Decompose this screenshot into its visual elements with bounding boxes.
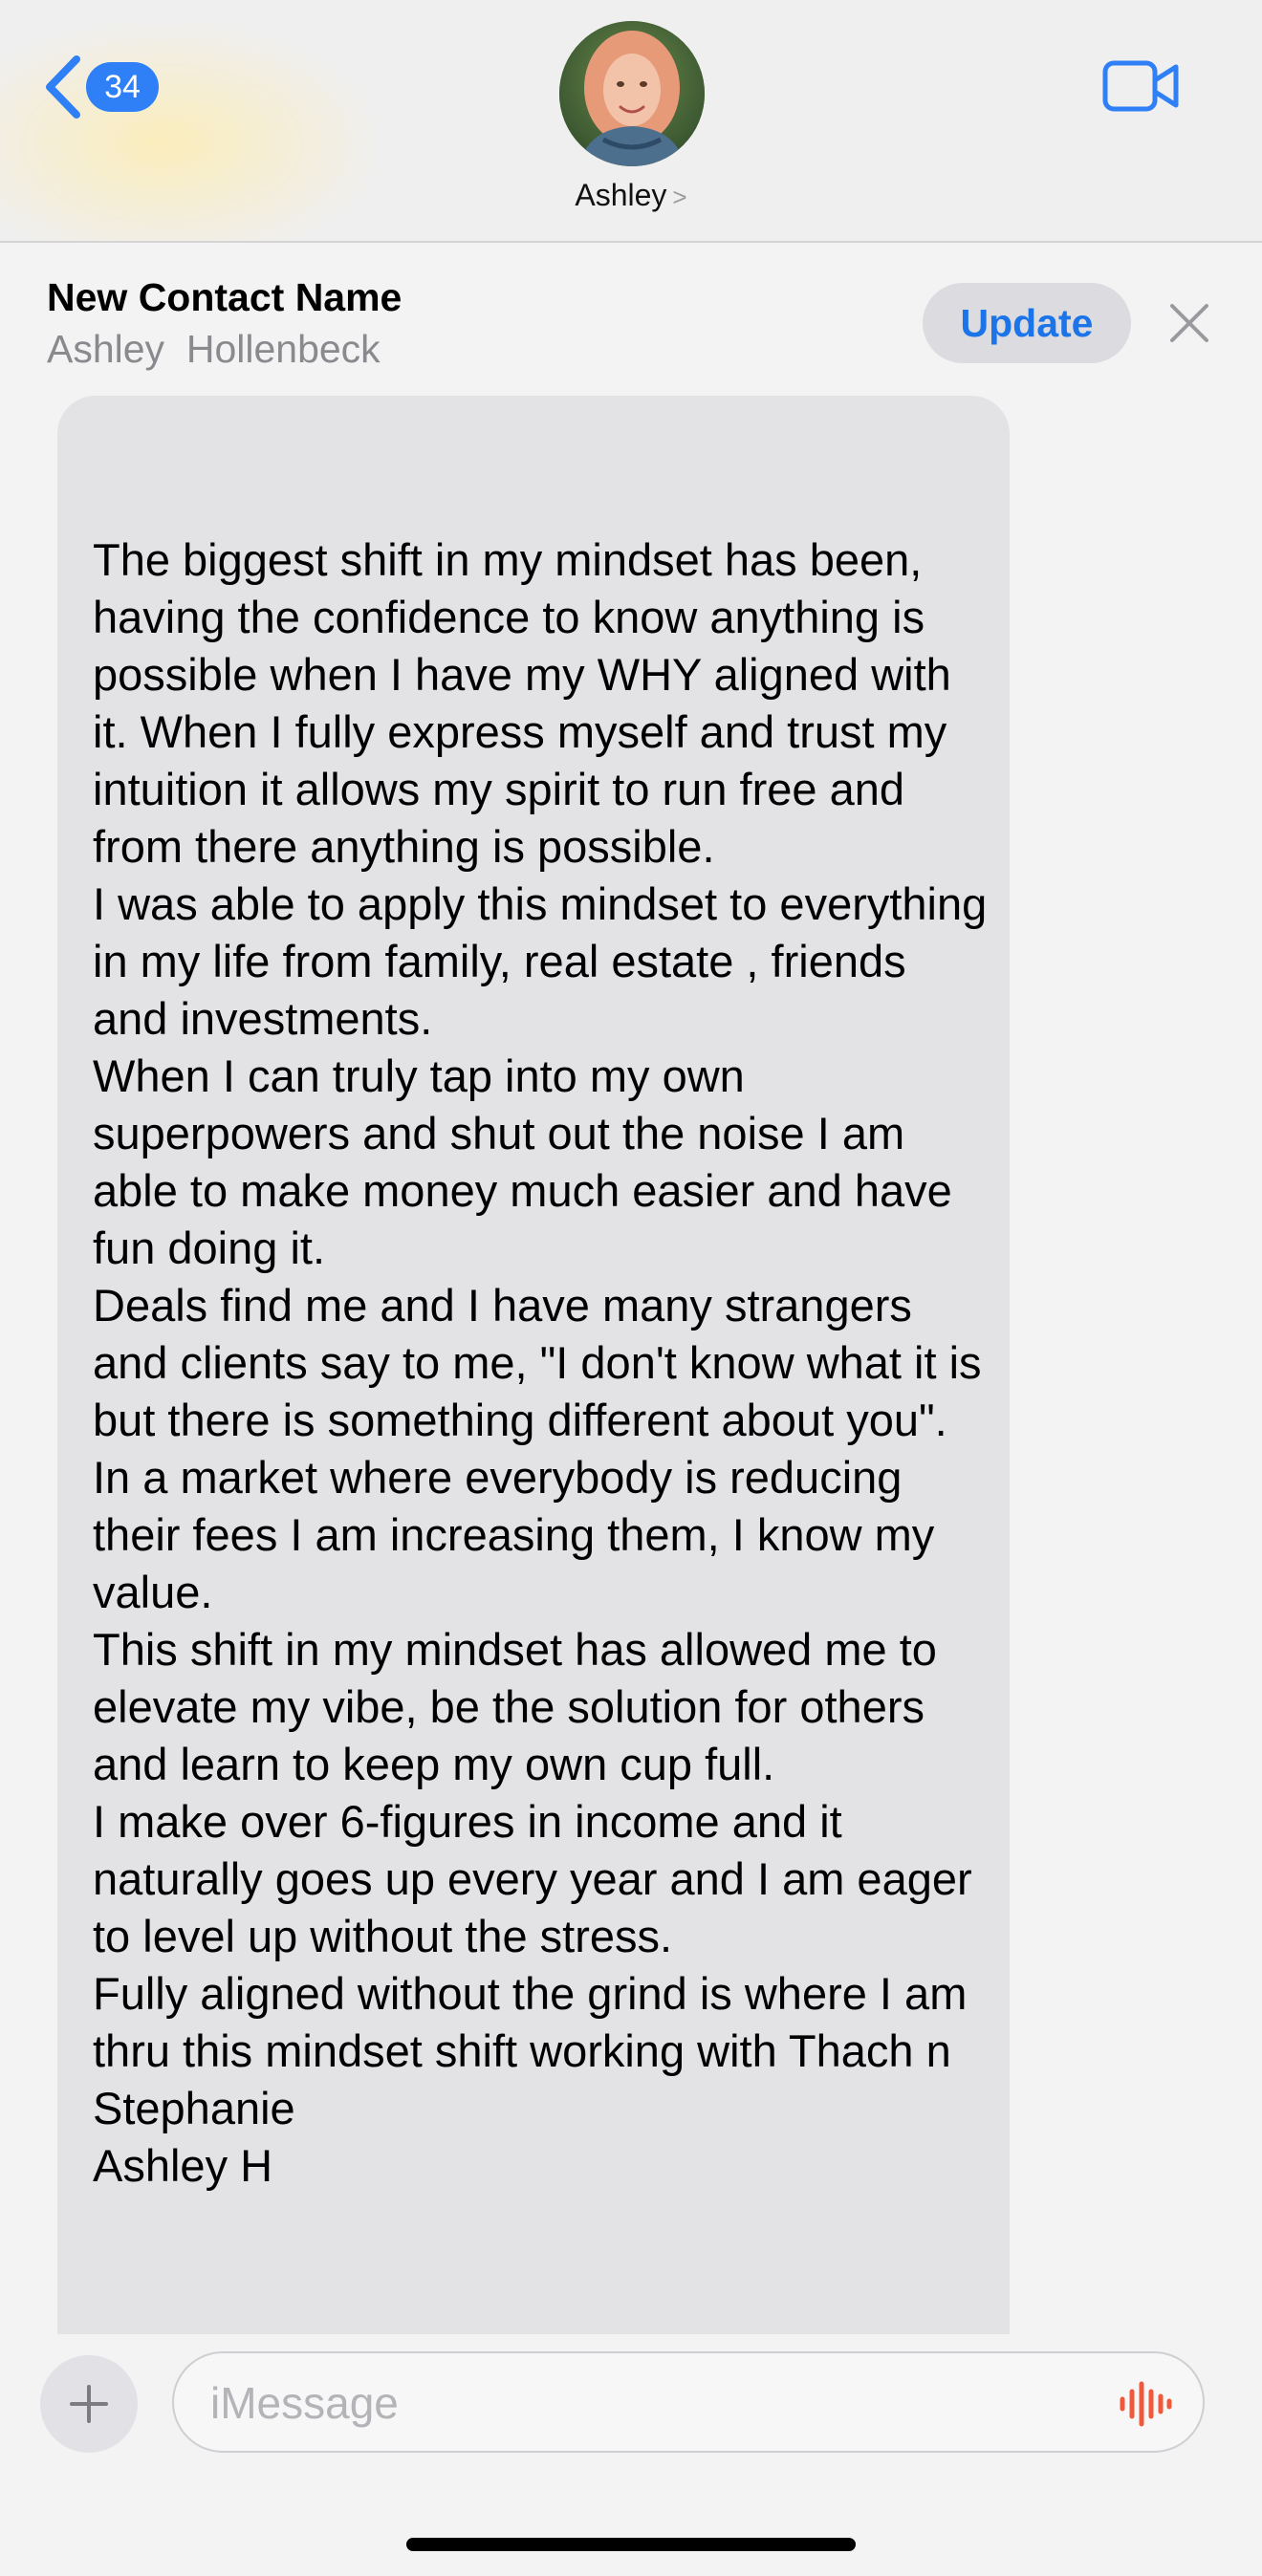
- chevron-right-icon: >: [672, 183, 687, 211]
- message-paragraph: The biggest shift in my mindset has been…: [93, 534, 951, 872]
- home-indicator: [406, 2538, 856, 2551]
- banner-title: New Contact Name: [47, 275, 403, 319]
- message-field[interactable]: [172, 2351, 1205, 2453]
- message-text: The biggest shift in my mindset has been…: [93, 531, 991, 2195]
- message-paragraph: I make over 6-figures in income and it n…: [93, 1796, 972, 1961]
- apps-plus-button[interactable]: [40, 2355, 138, 2453]
- avatar[interactable]: [559, 21, 705, 166]
- video-call-button[interactable]: [1101, 57, 1182, 119]
- message-input[interactable]: [208, 2372, 1073, 2434]
- audio-waveform-icon: [1119, 2381, 1172, 2432]
- new-contact-banner: New Contact Name Ashley Hollenbeck Updat…: [0, 243, 1262, 407]
- chevron-left-icon: [42, 54, 84, 120]
- message-paragraph: This shift in my mindset has allowed me …: [93, 1624, 937, 1789]
- video-camera-icon: [1101, 60, 1182, 119]
- message-paragraph: I was able to apply this mindset to ever…: [93, 878, 988, 1044]
- message-paragraph: When I can truly tap into my own superpo…: [93, 1050, 952, 1273]
- unread-count-badge: 34: [86, 62, 159, 112]
- back-button[interactable]: 34: [42, 54, 159, 120]
- close-icon: [1168, 304, 1210, 348]
- dismiss-banner-button[interactable]: [1168, 302, 1210, 349]
- conversation-header: 34 Ashley >: [0, 0, 1262, 243]
- contact-name-button[interactable]: Ashley >: [535, 178, 727, 213]
- update-button[interactable]: Update: [923, 283, 1131, 363]
- message-paragraph: Deals find me and I have many strangers …: [93, 1280, 982, 1617]
- suggested-contact-name: Ashley Hollenbeck: [47, 327, 381, 371]
- audio-message-button[interactable]: [1119, 2380, 1172, 2433]
- contact-name: Ashley: [575, 178, 667, 212]
- message-paragraph: Fully aligned without the grind is where…: [93, 1968, 968, 2133]
- message-signature: Ashley H: [93, 2140, 273, 2191]
